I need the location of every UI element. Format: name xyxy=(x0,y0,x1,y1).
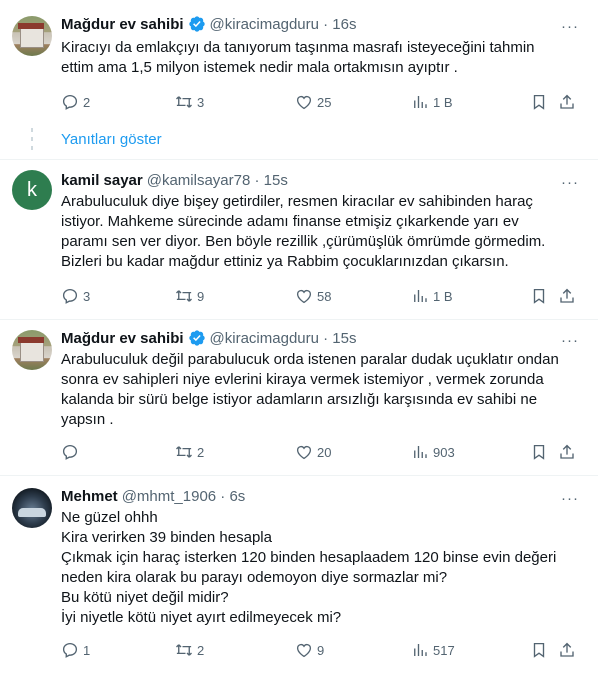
divider xyxy=(0,159,598,160)
like-button[interactable]: 25 xyxy=(295,92,331,112)
more-icon[interactable]: ··· xyxy=(560,172,580,192)
share-button[interactable] xyxy=(558,442,580,462)
handle-and-time[interactable]: @kiracimagduru · 15s xyxy=(210,330,357,347)
display-name[interactable]: kamil sayar xyxy=(61,172,143,189)
view-count: 517 xyxy=(433,642,455,658)
tweet-actions: 2 20 903 xyxy=(61,442,588,462)
bookmark-button[interactable] xyxy=(530,286,552,306)
views-icon xyxy=(411,443,429,461)
tweet-text: Arabuluculuk değil parabulucuk orda iste… xyxy=(61,351,559,428)
views-button[interactable]: 1 B xyxy=(411,286,453,306)
avatar[interactable] xyxy=(12,330,52,370)
more-icon[interactable]: ··· xyxy=(560,488,580,508)
divider xyxy=(0,319,598,320)
tweet-actions: 1 2 9 517 xyxy=(61,640,588,660)
like-button[interactable]: 58 xyxy=(295,286,331,306)
reply-button[interactable] xyxy=(61,442,83,462)
tweet-actions: 3 9 58 1 B xyxy=(61,286,588,306)
verified-badge-icon xyxy=(188,330,205,346)
bookmark-button[interactable] xyxy=(530,92,552,112)
tweet-text: Arabuluculuk diye bişey getirdiler, resm… xyxy=(61,193,546,270)
tweet-text: Ne güzel ohhh Kira verirken 39 binden he… xyxy=(61,509,557,626)
views-icon xyxy=(411,641,429,659)
handle-and-time[interactable]: @kamilsayar78 · 15s xyxy=(147,172,288,189)
views-button[interactable]: 1 B xyxy=(411,92,453,112)
views-icon xyxy=(411,287,429,305)
like-button[interactable]: 9 xyxy=(295,640,324,660)
like-icon xyxy=(295,287,313,305)
avatar[interactable]: k xyxy=(12,170,52,210)
share-icon xyxy=(558,641,576,659)
retweet-icon xyxy=(175,641,193,659)
more-icon[interactable]: ··· xyxy=(560,330,580,350)
retweet-icon xyxy=(175,93,193,111)
retweet-count: 2 xyxy=(197,642,205,658)
view-count: 1 B xyxy=(433,288,453,304)
tweet-header: Mağdur ev sahibi @kiracimagduru · 15s xyxy=(61,328,356,348)
share-icon xyxy=(558,93,576,111)
display-name[interactable]: Mağdur ev sahibi xyxy=(61,16,184,33)
reply-count: 3 xyxy=(83,288,91,304)
thread-dots xyxy=(31,128,33,150)
bookmark-icon xyxy=(530,287,548,305)
bookmark-button[interactable] xyxy=(530,442,552,462)
reply-icon xyxy=(61,93,79,111)
views-icon xyxy=(411,93,429,111)
like-icon xyxy=(295,443,313,461)
display-name[interactable]: Mağdur ev sahibi xyxy=(61,330,184,347)
like-count: 9 xyxy=(317,642,325,658)
views-button[interactable]: 903 xyxy=(411,442,455,462)
retweet-icon xyxy=(175,287,193,305)
display-name[interactable]: Mehmet xyxy=(61,488,118,505)
view-count: 1 B xyxy=(433,94,453,110)
retweet-icon xyxy=(175,443,193,461)
like-count: 58 xyxy=(317,288,332,304)
retweet-count: 9 xyxy=(197,288,205,304)
share-button[interactable] xyxy=(558,286,580,306)
view-count: 903 xyxy=(433,444,455,460)
verified-badge-icon xyxy=(188,16,205,32)
like-icon xyxy=(295,93,313,111)
like-button[interactable]: 20 xyxy=(295,442,331,462)
tweet-header: kamil sayar @kamilsayar78 · 15s xyxy=(61,170,288,190)
retweet-count: 2 xyxy=(197,444,205,460)
more-icon[interactable]: ··· xyxy=(560,16,580,36)
handle-and-time[interactable]: @kiracimagduru · 16s xyxy=(210,16,357,33)
retweet-button[interactable]: 2 xyxy=(175,442,204,462)
like-count: 20 xyxy=(317,444,332,460)
tweet-header: Mehmet @mhmt_1906 · 6s xyxy=(61,486,245,506)
share-icon xyxy=(558,287,576,305)
reply-icon xyxy=(61,641,79,659)
bookmark-icon xyxy=(530,93,548,111)
bookmark-icon xyxy=(530,641,548,659)
share-button[interactable] xyxy=(558,640,580,660)
retweet-button[interactable]: 2 xyxy=(175,640,204,660)
reply-button[interactable]: 2 xyxy=(61,92,90,112)
avatar[interactable] xyxy=(12,16,52,56)
divider xyxy=(0,475,598,476)
show-replies-link[interactable]: Yanıtları göster xyxy=(61,131,162,148)
handle-and-time[interactable]: @mhmt_1906 · 6s xyxy=(122,488,246,505)
share-button[interactable] xyxy=(558,92,580,112)
tweet-actions: 2 3 25 1 B xyxy=(61,92,588,112)
tweet-text: Kiracıyı da emlakçıyı da tanıyorum taşın… xyxy=(61,39,535,76)
views-button[interactable]: 517 xyxy=(411,640,455,660)
bookmark-icon xyxy=(530,443,548,461)
retweet-button[interactable]: 9 xyxy=(175,286,204,306)
reply-button[interactable]: 1 xyxy=(61,640,90,660)
avatar[interactable] xyxy=(12,488,52,528)
tweet-header: Mağdur ev sahibi @kiracimagduru · 16s xyxy=(61,14,356,34)
reply-count: 1 xyxy=(83,642,91,658)
reply-button[interactable]: 3 xyxy=(61,286,90,306)
reply-icon xyxy=(61,443,79,461)
retweet-button[interactable]: 3 xyxy=(175,92,204,112)
bookmark-button[interactable] xyxy=(530,640,552,660)
reply-count: 2 xyxy=(83,94,91,110)
reply-icon xyxy=(61,287,79,305)
like-count: 25 xyxy=(317,94,332,110)
share-icon xyxy=(558,443,576,461)
like-icon xyxy=(295,641,313,659)
retweet-count: 3 xyxy=(197,94,205,110)
